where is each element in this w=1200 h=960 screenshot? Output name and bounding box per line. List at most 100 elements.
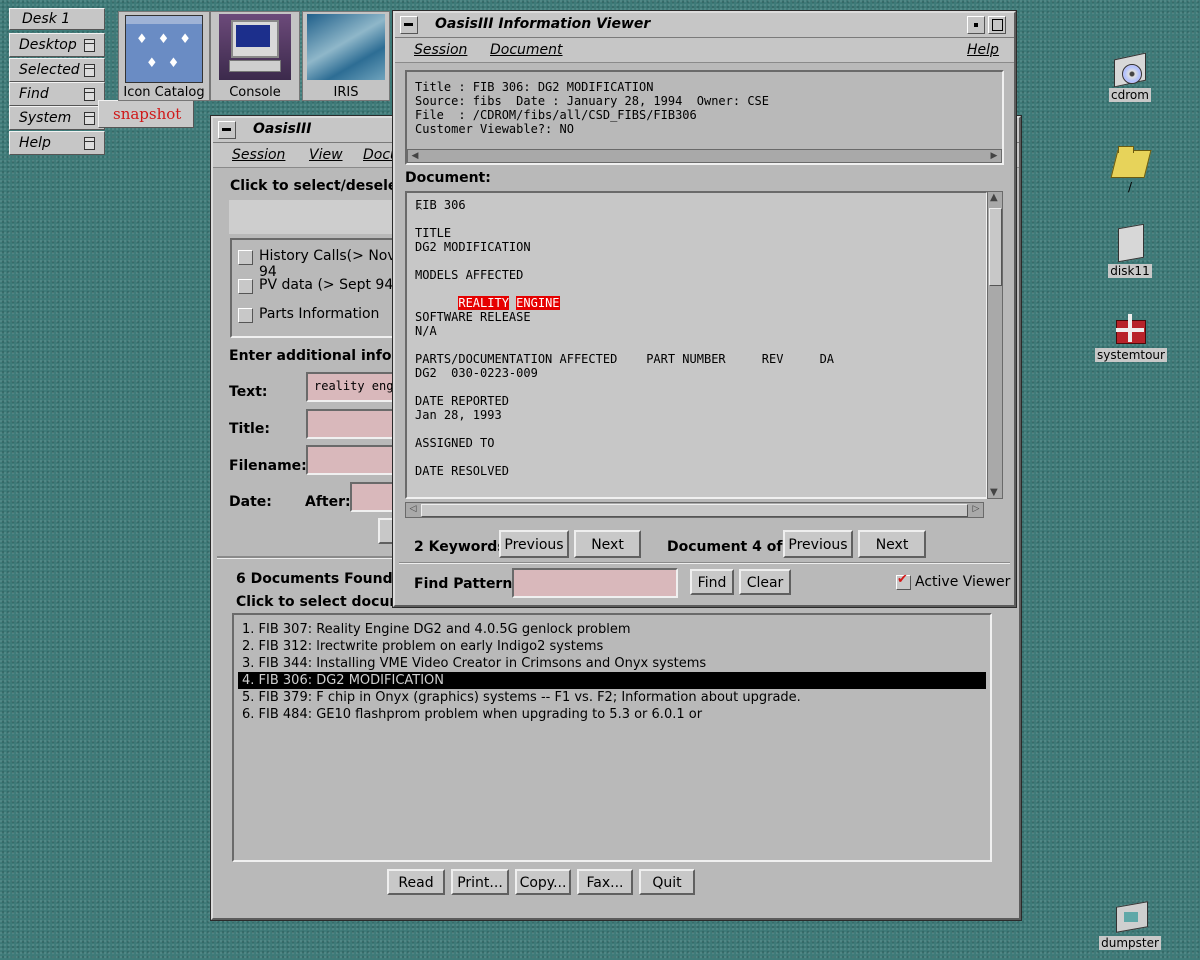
print-button[interactable]: Print... [451, 869, 509, 895]
window-menu-button[interactable] [218, 121, 236, 139]
viewer-title: OasisIII Information Viewer [435, 16, 651, 32]
launcher-console[interactable]: Console [210, 11, 300, 101]
desktop-icon-systemtour[interactable]: systemtour [1095, 310, 1167, 362]
category-header-bar [229, 200, 399, 234]
desk-item-find[interactable]: Find [9, 82, 105, 106]
snapshot-tooltip[interactable]: snapshot [98, 100, 194, 128]
active-viewer-label: Active Viewer [915, 574, 1011, 590]
iris-icon [307, 14, 385, 80]
documents-found-label: 6 Documents Found [236, 571, 393, 587]
scroll-left-icon[interactable]: ◀ [408, 150, 422, 162]
minimize-icon [84, 39, 95, 52]
read-button[interactable]: Read [387, 869, 445, 895]
filename-field[interactable] [306, 445, 396, 475]
desk-item-help[interactable]: Help [9, 131, 105, 155]
text-cursor-icon: ^ [415, 206, 424, 217]
document-hscrollbar[interactable]: ◁ ▷ [405, 502, 984, 518]
copy-button[interactable]: Copy... [515, 869, 571, 895]
list-item[interactable]: 5. FIB 379: F chip in Onyx (graphics) sy… [238, 689, 986, 706]
maximize-button[interactable] [988, 16, 1006, 34]
header-line: Title : FIB 306: DG2 MODIFICATION [415, 80, 654, 94]
oasis-title: OasisIII [253, 121, 312, 137]
keyword-previous-button[interactable]: Previous [499, 530, 569, 558]
doc-line: DATE REPORTED [415, 394, 509, 408]
text-label: Text: [229, 384, 268, 400]
keyword-next-button[interactable]: Next [574, 530, 641, 558]
desktop-icon-root[interactable]: / [1095, 140, 1165, 194]
scroll-right-icon[interactable]: ▶ [987, 150, 1001, 162]
scroll-right-icon[interactable]: ▷ [969, 503, 983, 515]
launcher-label: Icon Catalog [123, 85, 205, 100]
menu-session[interactable]: Session [414, 42, 467, 58]
list-item[interactable]: 6. FIB 484: GE10 flashprom problem when … [238, 706, 986, 723]
list-item-selected[interactable]: 4. FIB 306: DG2 MODIFICATION [238, 672, 986, 689]
desk-title[interactable]: Desk 1 [9, 8, 105, 30]
doc-line: Jan 28, 1993 [415, 408, 502, 422]
header-info-panel: Title : FIB 306: DG2 MODIFICATION Source… [405, 70, 1004, 165]
checkbox-pv-data[interactable] [238, 279, 253, 294]
date-label: Date: [229, 494, 272, 510]
minimize-icon [84, 112, 95, 125]
scroll-up-icon[interactable]: ▲ [990, 192, 998, 203]
desk-item-desktop[interactable]: Desktop [9, 33, 105, 57]
checkbox-history-calls[interactable] [238, 250, 253, 265]
clear-button[interactable]: Clear [739, 569, 791, 595]
desktop-icon-disk11[interactable]: disk11 [1095, 222, 1165, 278]
desktop-icon-label: systemtour [1095, 348, 1167, 362]
window-menu-icon [222, 128, 231, 131]
fax-button[interactable]: Fax... [577, 869, 633, 895]
desk-item-label: System [19, 110, 72, 126]
window-menu-button[interactable] [400, 16, 418, 34]
desk-item-selected[interactable]: Selected [9, 58, 105, 82]
list-item[interactable]: 3. FIB 344: Installing VME Video Creator… [238, 655, 986, 672]
header-line: Source: fibs Date : January 28, 1994 Own… [415, 94, 770, 108]
header-scrollbar[interactable]: ◀ ▶ [407, 149, 1002, 163]
console-icon [219, 14, 291, 80]
checkbox-parts-information[interactable] [238, 308, 253, 323]
menu-help[interactable]: Help [967, 42, 999, 58]
desktop-icon-dumpster[interactable]: dumpster [1095, 890, 1165, 950]
keyword-highlight: ENGINE [516, 296, 560, 310]
scroll-left-icon[interactable]: ◁ [406, 503, 420, 515]
desktop-icon-label: dumpster [1099, 936, 1161, 950]
separator [399, 562, 1010, 564]
desk-item-label: Help [19, 135, 51, 151]
after-date-field[interactable] [350, 482, 396, 512]
active-viewer-checkbox[interactable]: ✔ [896, 572, 911, 590]
minimize-button[interactable] [967, 16, 985, 34]
doc-line: DATE RESOLVED [415, 464, 509, 478]
minimize-icon [84, 137, 95, 150]
doc-line: ASSIGNED TO [415, 436, 495, 450]
launcher-icon-catalog[interactable]: ♦♦♦ ♦♦ Icon Catalog [118, 11, 210, 101]
desktop-icon-label: / [1127, 180, 1133, 194]
document-next-button[interactable]: Next [858, 530, 926, 558]
find-pattern-input[interactable] [512, 568, 678, 598]
after-label: After: [305, 494, 351, 510]
doc-line: N/A [415, 324, 437, 338]
scroll-thumb[interactable] [989, 208, 1002, 286]
header-line: Customer Viewable?: NO [415, 122, 574, 136]
desk-item-system[interactable]: System [9, 106, 105, 130]
viewer-titlebar[interactable]: OasisIII Information Viewer [395, 13, 1014, 38]
document-previous-button[interactable]: Previous [783, 530, 853, 558]
checkmark-icon: ✔ [897, 572, 908, 587]
menu-document[interactable]: Document [490, 42, 563, 58]
desktop-icon-cdrom[interactable]: cdrom [1095, 48, 1165, 102]
find-button[interactable]: Find [690, 569, 734, 595]
viewer-menubar: Session Document Help [395, 38, 1014, 63]
launcher-iris[interactable]: IRIS [302, 11, 390, 101]
document-label: Document: [405, 170, 491, 186]
document-text-area[interactable]: FIB 306 ^ TITLE DG2 MODIFICATION MODELS … [405, 191, 988, 499]
category-label: History Calls(> Nov 94 [259, 248, 396, 280]
desk-item-label: Desktop [19, 37, 77, 53]
document-vscrollbar[interactable]: ▲ ▼ [987, 191, 1003, 499]
quit-button[interactable]: Quit [639, 869, 695, 895]
menu-view[interactable]: View [309, 147, 343, 163]
scroll-down-icon[interactable]: ▼ [990, 487, 998, 498]
text-field[interactable]: reality eng [306, 372, 396, 402]
list-item[interactable]: 1. FIB 307: Reality Engine DG2 and 4.0.5… [238, 621, 986, 638]
scroll-thumb[interactable] [421, 504, 968, 517]
list-item[interactable]: 2. FIB 312: lrectwrite problem on early … [238, 638, 986, 655]
menu-session[interactable]: Session [232, 147, 285, 163]
title-field[interactable] [306, 409, 396, 439]
